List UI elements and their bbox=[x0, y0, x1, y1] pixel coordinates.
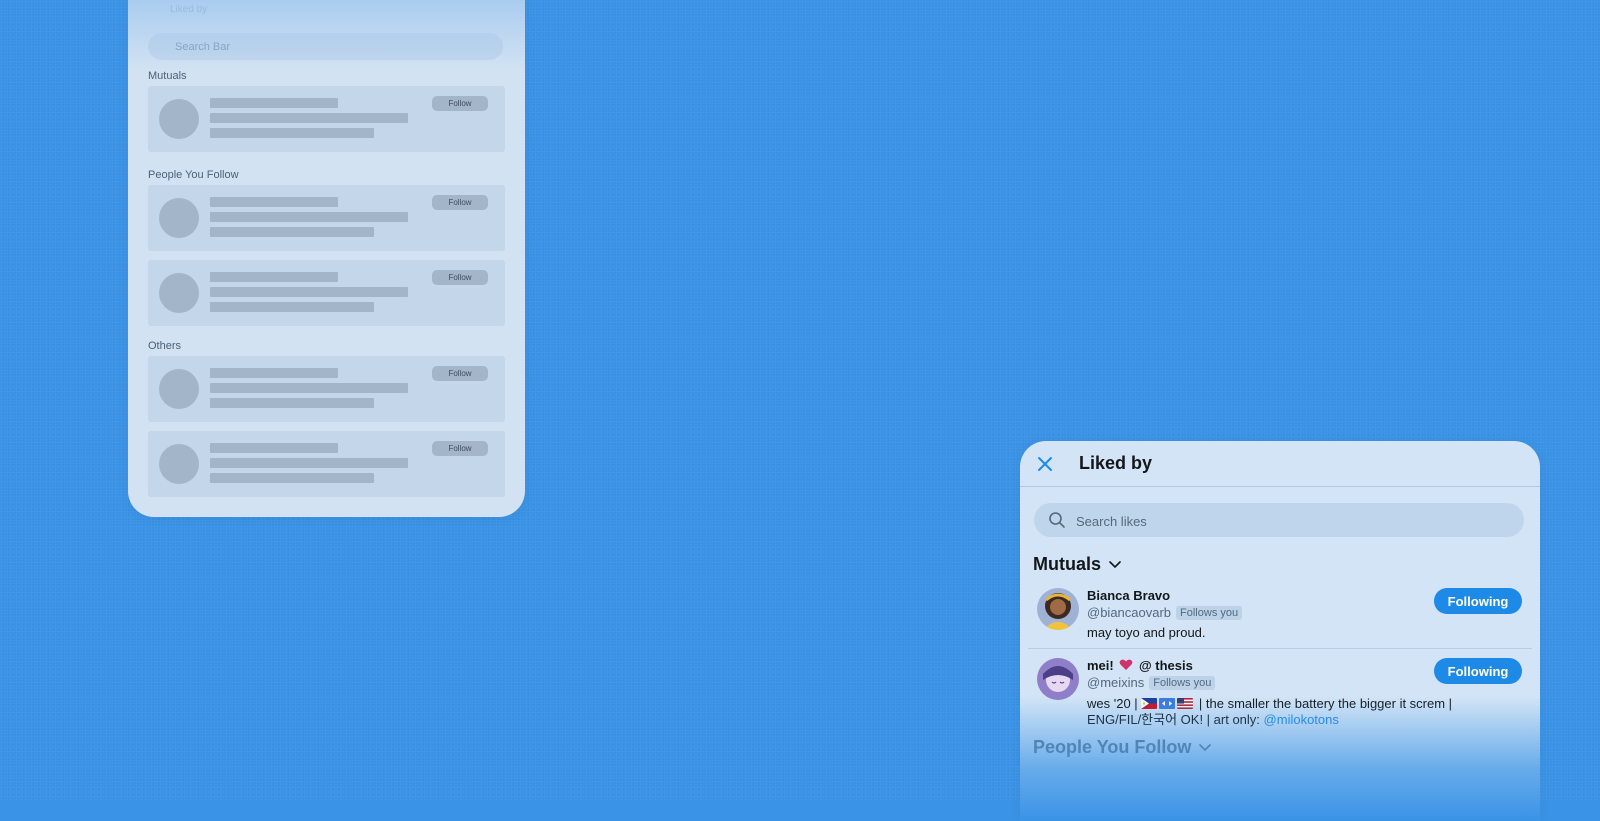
follow-button-placeholder: Follow bbox=[432, 366, 488, 381]
avatar[interactable] bbox=[1037, 658, 1079, 700]
user-handle: @biancaovarb Follows you bbox=[1087, 605, 1243, 620]
following-button[interactable]: Following bbox=[1434, 658, 1522, 684]
follows-you-badge: Follows you bbox=[1176, 606, 1243, 620]
text-placeholder bbox=[210, 113, 408, 123]
text-placeholder bbox=[210, 128, 374, 138]
bio-text: ENG/FIL/한국어 OK! | art only: bbox=[1087, 712, 1260, 727]
usa-flag-icon bbox=[1177, 698, 1194, 709]
avatar-placeholder bbox=[159, 198, 199, 238]
avatar-placeholder bbox=[159, 273, 199, 313]
korea-flag-icon bbox=[1159, 698, 1176, 709]
search-likes-input[interactable] bbox=[1074, 503, 1508, 539]
avatar-placeholder bbox=[159, 99, 199, 139]
text-placeholder bbox=[210, 458, 408, 468]
header-divider bbox=[1020, 486, 1540, 487]
follow-button-placeholder: Follow bbox=[432, 96, 488, 111]
user-name-suffix: @ thesis bbox=[1138, 658, 1193, 673]
text-placeholder bbox=[210, 383, 408, 393]
bio-text: wes '20 | bbox=[1087, 696, 1138, 711]
wireframe-card: Follow bbox=[148, 431, 505, 497]
wireframe-card: Follow bbox=[148, 260, 505, 326]
follow-button-placeholder: Follow bbox=[432, 195, 488, 210]
user-name-text: mei! bbox=[1087, 658, 1114, 673]
wireframe-heading-others: Others bbox=[148, 340, 182, 352]
chevron-down-icon bbox=[1199, 743, 1212, 751]
section-toggle-people-you-follow[interactable]: People You Follow bbox=[1033, 737, 1212, 758]
text-placeholder bbox=[210, 398, 374, 408]
user-name[interactable]: mei! @ thesis bbox=[1087, 658, 1193, 673]
text-placeholder bbox=[210, 98, 338, 108]
following-button[interactable]: Following bbox=[1434, 588, 1522, 614]
heart-emoji-icon bbox=[1120, 659, 1133, 670]
avatar-placeholder bbox=[159, 369, 199, 409]
wireframe-title: Liked by bbox=[170, 4, 208, 15]
follows-you-badge: Follows you bbox=[1149, 676, 1216, 690]
user-bio: may toyo and proud. bbox=[1087, 625, 1206, 640]
user-bio: wes '20 | | the smaller the battery the … bbox=[1087, 696, 1452, 728]
search-icon bbox=[1049, 512, 1065, 528]
section-label: People You Follow bbox=[1033, 737, 1192, 757]
user-handle: @meixins Follows you bbox=[1087, 675, 1216, 690]
close-button[interactable] bbox=[1033, 452, 1057, 476]
text-placeholder bbox=[210, 473, 374, 483]
section-label: Mutuals bbox=[1033, 554, 1102, 574]
text-placeholder bbox=[210, 368, 338, 378]
bio-mention-link[interactable]: @milokotons bbox=[1264, 712, 1339, 727]
liked-by-panel: Liked by Mutuals Bianca Bravo @biancaova… bbox=[1020, 441, 1540, 821]
wireframe-card: Follow bbox=[148, 185, 505, 251]
text-placeholder bbox=[210, 227, 374, 237]
row-divider bbox=[1028, 648, 1532, 649]
wireframe-heading-mutuals: Mutuals bbox=[148, 70, 187, 82]
user-name[interactable]: Bianca Bravo bbox=[1087, 588, 1170, 603]
philippines-flag-icon bbox=[1141, 698, 1158, 709]
avatar-placeholder bbox=[159, 444, 199, 484]
handle-text: @meixins bbox=[1087, 675, 1145, 690]
text-placeholder bbox=[210, 443, 338, 453]
follow-button-placeholder: Follow bbox=[432, 441, 488, 456]
wireframe-card: Follow bbox=[148, 86, 505, 152]
avatar[interactable] bbox=[1037, 588, 1079, 630]
wireframe-heading-people-you-follow: People You Follow bbox=[148, 169, 239, 181]
text-placeholder bbox=[210, 197, 338, 207]
wireframe-search-placeholder: Search Bar bbox=[175, 40, 231, 53]
close-icon bbox=[1038, 457, 1052, 471]
wireframe-panel: Liked by Search Bar Mutuals Follow Peopl… bbox=[128, 0, 525, 517]
page-title: Liked by bbox=[1079, 453, 1153, 473]
text-placeholder bbox=[210, 302, 374, 312]
follow-button-placeholder: Follow bbox=[432, 270, 488, 285]
wireframe-card: Follow bbox=[148, 356, 505, 422]
search-likes-field[interactable] bbox=[1034, 503, 1524, 539]
bio-text: | the smaller the battery the bigger it … bbox=[1198, 696, 1453, 711]
chevron-down-icon bbox=[1109, 560, 1121, 568]
section-toggle-mutuals[interactable]: Mutuals bbox=[1033, 554, 1121, 575]
wireframe-search-bar: Search Bar bbox=[148, 33, 503, 60]
text-placeholder bbox=[210, 287, 408, 297]
text-placeholder bbox=[210, 272, 338, 282]
handle-text: @biancaovarb bbox=[1087, 605, 1172, 620]
text-placeholder bbox=[210, 212, 408, 222]
